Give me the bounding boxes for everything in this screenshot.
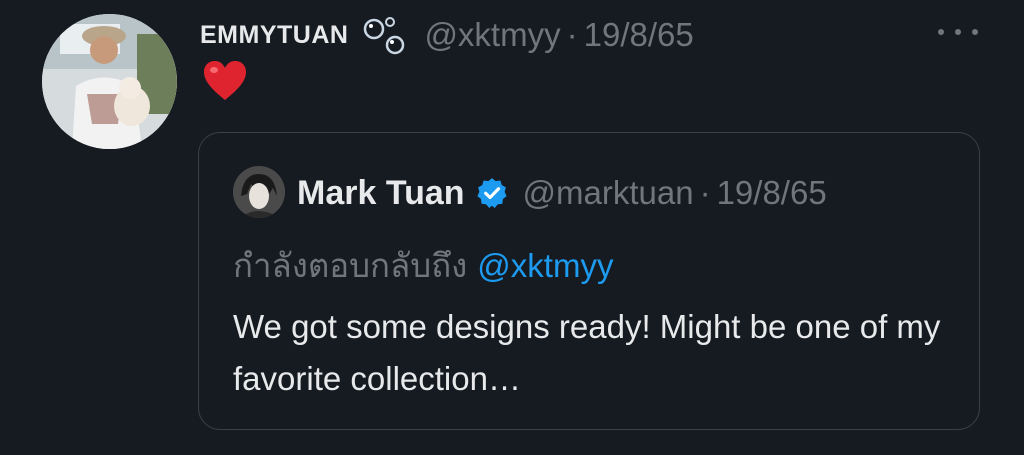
- quoted-author-handle[interactable]: @marktuan: [523, 174, 694, 212]
- quoted-tweet-text: We got some designs ready! Might be one …: [233, 308, 941, 397]
- verified-badge-icon: [475, 176, 509, 210]
- more-options-icon[interactable]: [938, 20, 978, 44]
- author-handle[interactable]: @xktmyy: [424, 16, 560, 54]
- author-avatar[interactable]: [42, 14, 177, 149]
- quoted-tweet-date[interactable]: 19/8/65: [717, 174, 827, 212]
- quoted-author-name[interactable]: Mark Tuan: [297, 174, 465, 213]
- quoted-tweet-card[interactable]: Mark Tuan @marktuan · 19/8/65 กำลังตอบกล…: [198, 132, 980, 430]
- reply-mention-link[interactable]: @xktmyy: [477, 247, 613, 284]
- quoted-tweet-header: Mark Tuan @marktuan · 19/8/65: [297, 169, 827, 217]
- author-name[interactable]: EMMYTUAN: [200, 21, 348, 50]
- tweet-date[interactable]: 19/8/65: [584, 16, 694, 54]
- tweet-header: EMMYTUAN @xktmyy · 19/8/65: [200, 12, 694, 58]
- red-heart-icon: [202, 60, 248, 107]
- replying-to-label: กำลังตอบกลับถึง: [233, 247, 468, 284]
- replying-to-line: กำลังตอบกลับถึง @xktmyy: [233, 239, 613, 292]
- bubbles-icon: [362, 15, 410, 55]
- quoted-author-avatar[interactable]: [233, 166, 285, 218]
- separator-dot: ·: [699, 174, 711, 211]
- separator-dot: ·: [566, 16, 578, 53]
